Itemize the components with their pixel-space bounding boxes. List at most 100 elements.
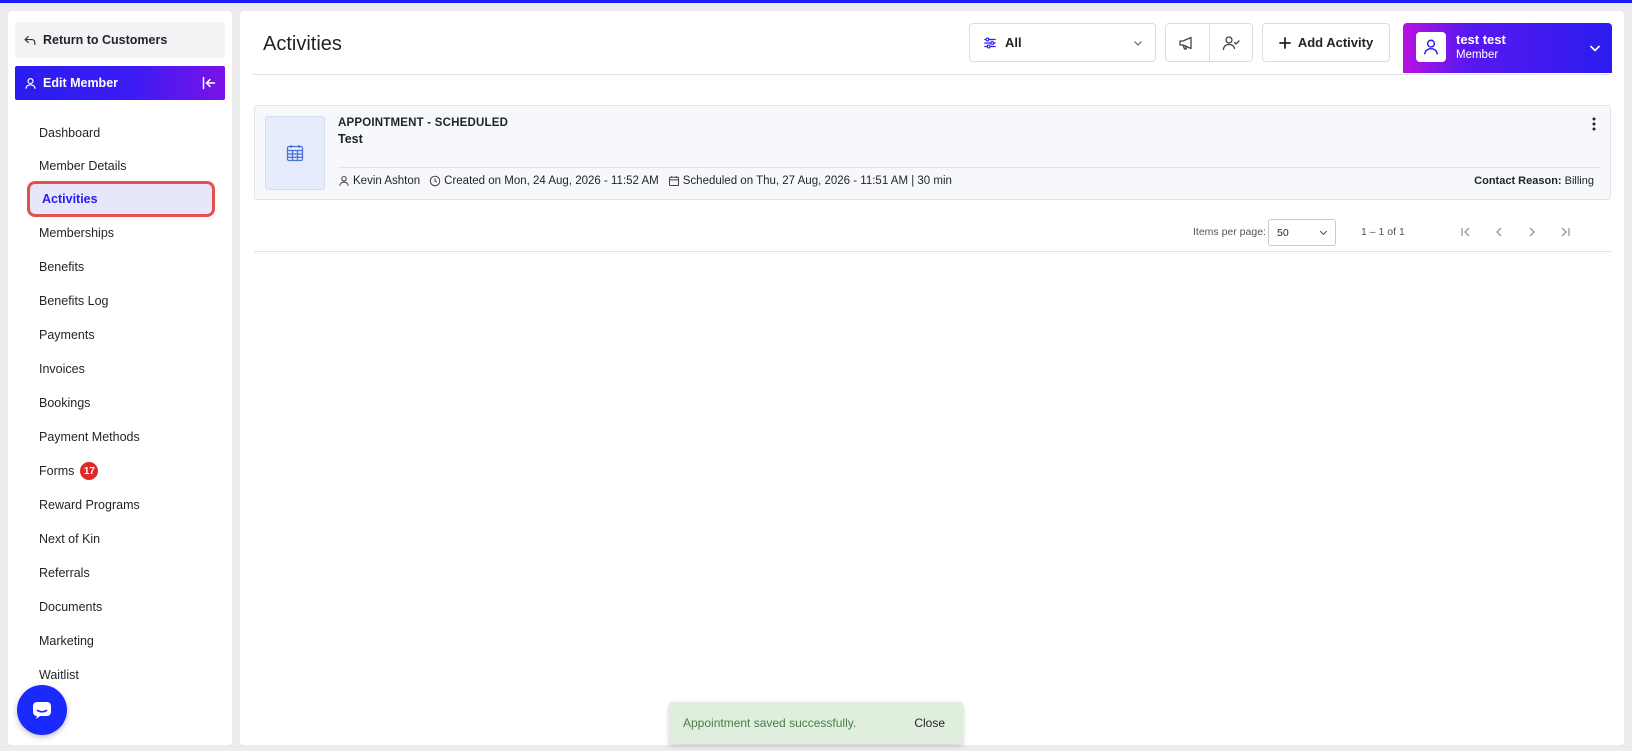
activity-scheduled: Scheduled on Thu, 27 Aug, 2026 - 11:51 A…	[668, 175, 952, 187]
activity-scheduled-text: Scheduled on Thu, 27 Aug, 2026 - 11:51 A…	[682, 175, 952, 187]
sidebar-item-benefits-log[interactable]: Benefits Log	[39, 291, 109, 311]
next-page-button[interactable]	[1522, 222, 1542, 242]
collapse-sidebar-icon[interactable]	[201, 75, 217, 91]
sidebar-item-benefits[interactable]: Benefits	[39, 257, 84, 277]
sidebar-item-label: Activities	[42, 192, 98, 206]
filter-sliders-icon	[984, 37, 996, 48]
success-toast: Appointment saved successfully. Close	[669, 702, 963, 744]
return-label: Return to Customers	[43, 33, 168, 47]
user-icon	[1424, 39, 1438, 55]
page-size-value: 50	[1277, 226, 1289, 239]
forms-count-badge: 17	[80, 462, 99, 480]
sidebar-item-payments[interactable]: Payments	[39, 325, 95, 345]
sidebar-item-waitlist[interactable]: Waitlist	[39, 665, 79, 685]
chat-button[interactable]	[17, 685, 67, 735]
user-check-icon	[1222, 35, 1240, 50]
sidebar-item-label: Bookings	[39, 396, 91, 410]
member-switcher[interactable]: test test Member	[1403, 23, 1612, 73]
page-size-select[interactable]: 50	[1268, 219, 1336, 246]
chevron-down-icon	[1589, 45, 1601, 52]
paginator: Items per page: 50 1 – 1 of 1	[254, 216, 1611, 252]
sidebar-item-marketing[interactable]: Marketing	[39, 631, 94, 651]
sidebar-item-forms[interactable]: Forms 17	[39, 461, 99, 481]
contact-reason-label: Contact Reason:	[1474, 175, 1562, 187]
sidebar-item-label: Benefits Log	[39, 294, 109, 308]
sidebar-item-invoices[interactable]: Invoices	[39, 359, 85, 379]
items-per-page-label: Items per page:	[1193, 226, 1266, 238]
sidebar-item-label: Payment Methods	[39, 430, 140, 444]
sidebar-item-label: Forms	[39, 464, 75, 478]
edit-member-label: Edit Member	[43, 76, 119, 90]
sidebar-item-activities[interactable]: Activities	[27, 181, 215, 217]
assign-user-button[interactable]	[1208, 24, 1253, 61]
sidebar-item-label: Benefits	[39, 260, 85, 274]
chevron-left-icon	[1496, 227, 1502, 237]
activity-filter-select[interactable]: All	[969, 23, 1156, 62]
activity-person-name: Kevin Ashton	[353, 175, 421, 187]
sidebar-item-memberships[interactable]: Memberships	[39, 223, 114, 243]
sidebar-item-label: Invoices	[39, 362, 85, 376]
previous-page-button[interactable]	[1489, 222, 1509, 242]
sidebar-item-label: Payments	[39, 328, 95, 342]
activity-created: Created on Mon, 24 Aug, 2026 - 11:52 AM	[429, 175, 659, 187]
header-icon-buttons	[1165, 23, 1253, 62]
toast-close-button[interactable]: Close	[914, 716, 945, 730]
calendar-icon	[265, 116, 325, 190]
page-title: Activities	[263, 33, 342, 55]
sidebar-item-reward-programs[interactable]: Reward Programs	[39, 495, 140, 515]
sidebar-item-label: Dashboard	[39, 126, 101, 140]
activity-divider	[338, 167, 1601, 168]
activity-meta: Kevin Ashton Created on Mon, 24 Aug, 202…	[338, 175, 952, 187]
more-vertical-icon[interactable]	[1588, 116, 1600, 132]
add-activity-label: Add Activity	[1297, 35, 1374, 50]
last-page-button[interactable]	[1555, 222, 1575, 242]
sidebar-item-label: Waitlist	[39, 668, 79, 682]
edit-member-header: Edit Member	[15, 66, 225, 100]
contact-reason-value: Billing	[1564, 175, 1594, 187]
chevron-right-icon	[1529, 227, 1535, 237]
activity-card[interactable]: APPOINTMENT - SCHEDULED Test Kevin Ashto…	[254, 105, 1611, 200]
sidebar-item-referrals[interactable]: Referrals	[39, 563, 90, 583]
main-panel: Activities All Add Activity test test Me…	[240, 11, 1624, 745]
sidebar: Return to Customers Edit Member Dashboar…	[8, 11, 232, 745]
return-arrow-icon	[24, 35, 36, 45]
top-accent-bar	[0, 0, 1632, 3]
chevron-down-icon	[1319, 230, 1328, 236]
sidebar-item-next-of-kin[interactable]: Next of Kin	[39, 529, 100, 549]
activity-created-text: Created on Mon, 24 Aug, 2026 - 11:52 AM	[444, 175, 659, 187]
header-divider	[253, 74, 1611, 75]
announcement-button[interactable]	[1166, 24, 1209, 61]
sidebar-item-payment-methods[interactable]: Payment Methods	[39, 427, 140, 447]
activity-person: Kevin Ashton	[338, 175, 420, 187]
sidebar-item-label: Memberships	[39, 226, 115, 240]
avatar	[1416, 32, 1446, 62]
clock-icon	[429, 175, 441, 187]
activity-title: Test	[338, 132, 363, 146]
contact-reason: Contact Reason: Billing	[1474, 175, 1594, 187]
sidebar-item-label: Marketing	[39, 634, 94, 648]
sidebar-item-label: Referrals	[39, 566, 90, 580]
sidebar-item-dashboard[interactable]: Dashboard	[39, 123, 100, 143]
return-to-customers-button[interactable]: Return to Customers	[15, 22, 225, 58]
add-activity-button[interactable]: Add Activity	[1262, 23, 1390, 62]
sidebar-item-label: Next of Kin	[39, 532, 101, 546]
sidebar-item-documents[interactable]: Documents	[39, 597, 102, 617]
sidebar-item-label: Documents	[39, 600, 103, 614]
user-icon	[25, 77, 36, 89]
member-role: Member	[1456, 49, 1499, 61]
filter-value: All	[1005, 35, 1022, 50]
sidebar-item-label: Member Details	[39, 159, 127, 173]
toast-message: Appointment saved successfully.	[683, 716, 857, 730]
sidebar-item-bookings[interactable]: Bookings	[39, 393, 90, 413]
first-page-button[interactable]	[1456, 222, 1476, 242]
plus-icon	[1278, 36, 1291, 49]
chat-icon	[33, 702, 51, 719]
sidebar-item-member-details[interactable]: Member Details	[39, 156, 127, 176]
chevron-down-icon	[1134, 41, 1142, 46]
calendar-icon	[668, 176, 679, 187]
sidebar-item-label: Reward Programs	[39, 498, 140, 512]
first-page-icon	[1461, 227, 1470, 237]
member-name: test test	[1456, 32, 1506, 47]
last-page-icon	[1561, 227, 1570, 237]
activity-status: APPOINTMENT - SCHEDULED	[338, 117, 509, 129]
